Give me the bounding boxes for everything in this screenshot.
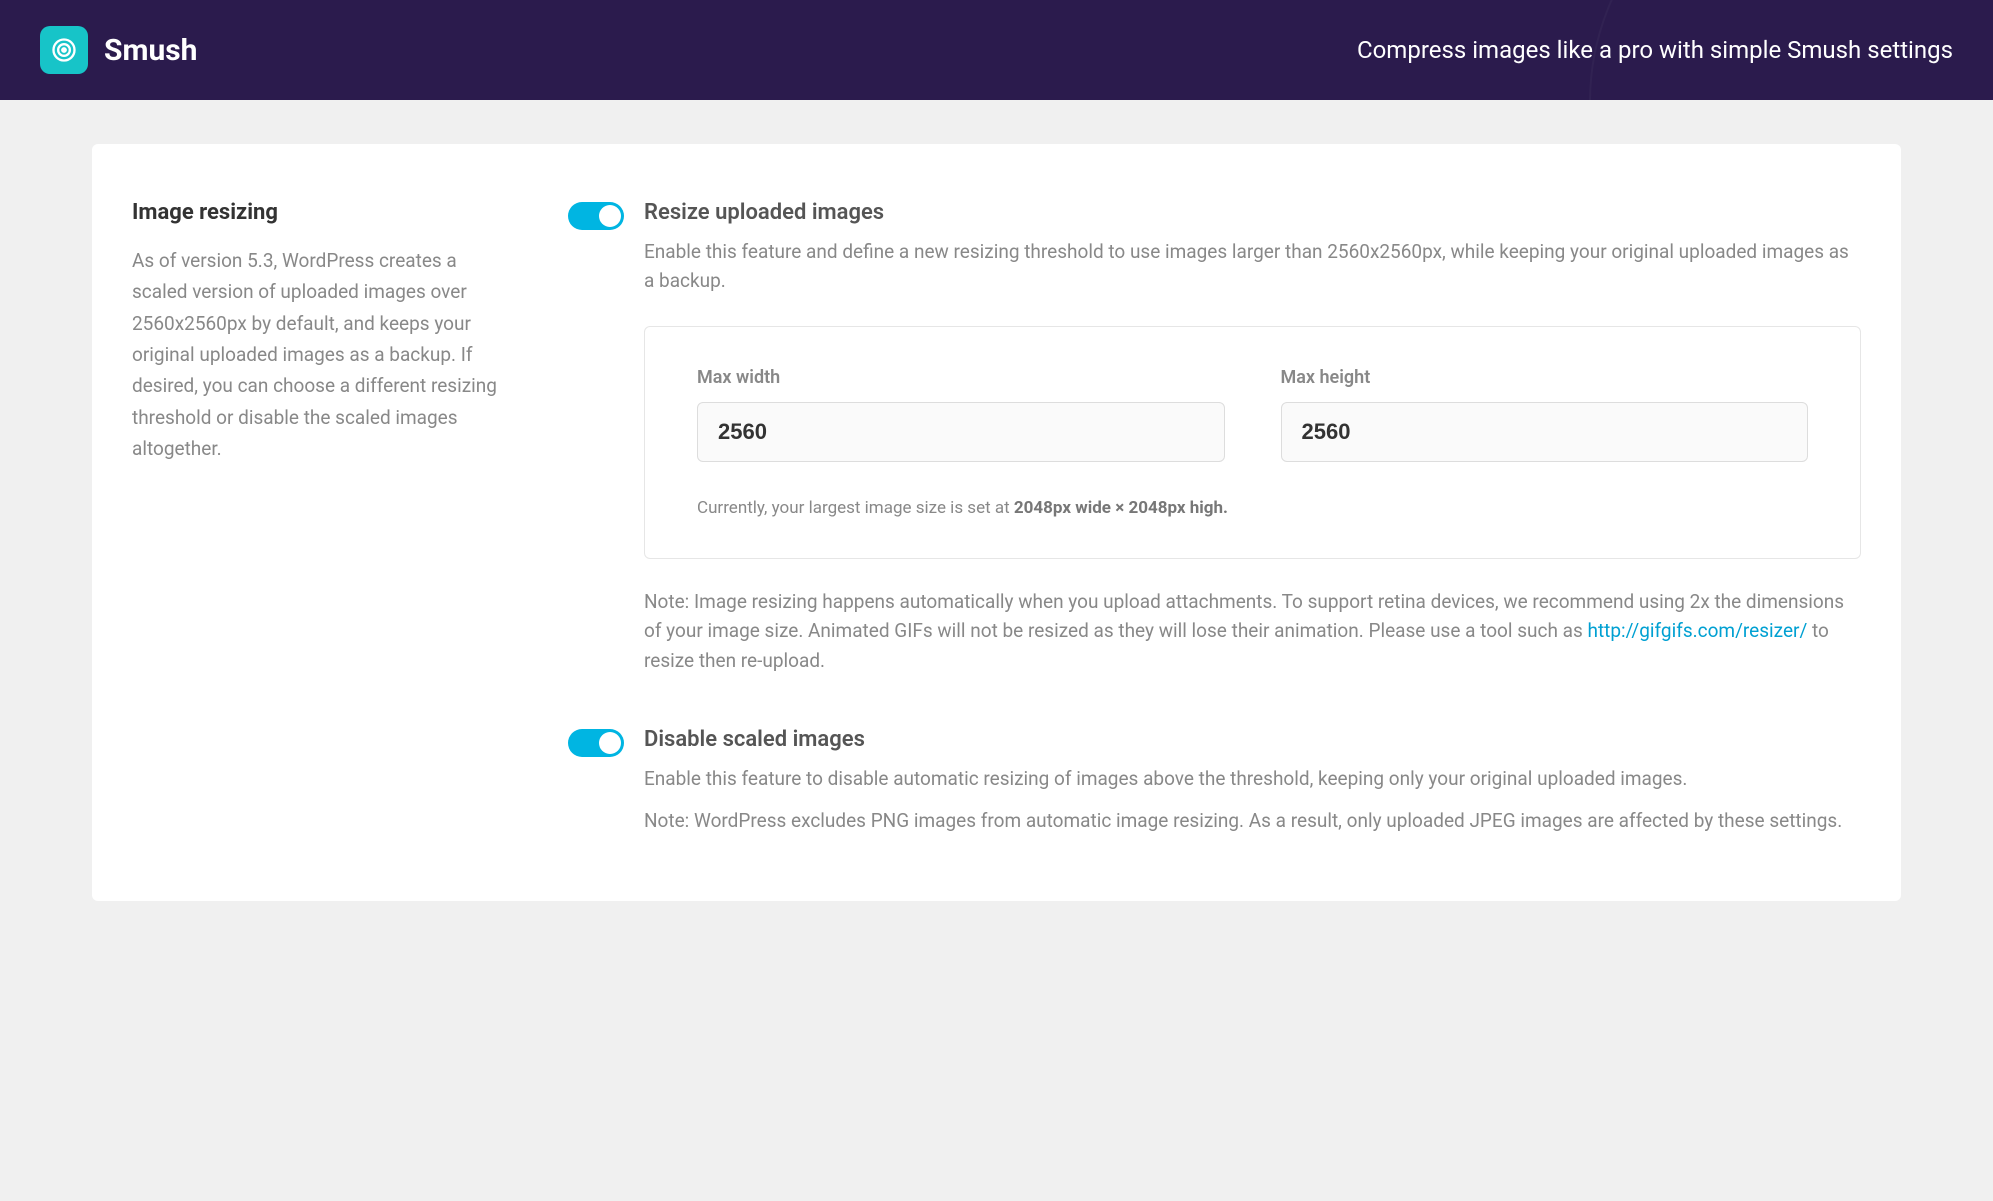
- hint-prefix: Currently, your largest image size is se…: [697, 498, 1014, 518]
- current-size-hint: Currently, your largest image size is se…: [697, 498, 1808, 518]
- resize-setting: Resize uploaded images Enable this featu…: [568, 200, 1861, 675]
- resize-config-box: Max width Max height Currently, your lar…: [644, 326, 1861, 559]
- resize-title: Resize uploaded images: [644, 200, 1861, 225]
- smush-logo-icon: [40, 26, 88, 74]
- header-tagline: Compress images like a pro with simple S…: [1357, 36, 1953, 64]
- disable-scaled-title: Disable scaled images: [644, 727, 1861, 752]
- disable-scaled-toggle[interactable]: [568, 729, 624, 757]
- app-header: Smush Compress images like a pro with si…: [0, 0, 1993, 100]
- disable-scaled-note: Note: WordPress excludes PNG images from…: [644, 806, 1861, 835]
- max-height-input[interactable]: [1281, 402, 1809, 462]
- app-name: Smush: [104, 33, 197, 68]
- hint-bold: 2048px wide × 2048px high.: [1014, 498, 1228, 518]
- max-width-input[interactable]: [697, 402, 1225, 462]
- max-height-label: Max height: [1281, 367, 1809, 388]
- section-description: As of version 5.3, WordPress creates a s…: [132, 245, 512, 464]
- resize-toggle[interactable]: [568, 202, 624, 230]
- section-info: Image resizing As of version 5.3, WordPr…: [132, 200, 512, 845]
- logo-wrap: Smush: [40, 26, 197, 74]
- settings-content: Resize uploaded images Enable this featu…: [568, 200, 1861, 845]
- resize-note: Note: Image resizing happens automatical…: [644, 587, 1861, 675]
- gifgifs-link[interactable]: http://gifgifs.com/resizer/: [1587, 619, 1807, 642]
- settings-panel: Image resizing As of version 5.3, WordPr…: [92, 144, 1901, 901]
- resize-description: Enable this feature and define a new res…: [644, 237, 1861, 296]
- section-title: Image resizing: [132, 200, 512, 225]
- max-width-label: Max width: [697, 367, 1225, 388]
- disable-scaled-setting: Disable scaled images Enable this featur…: [568, 727, 1861, 835]
- disable-scaled-description: Enable this feature to disable automatic…: [644, 764, 1861, 793]
